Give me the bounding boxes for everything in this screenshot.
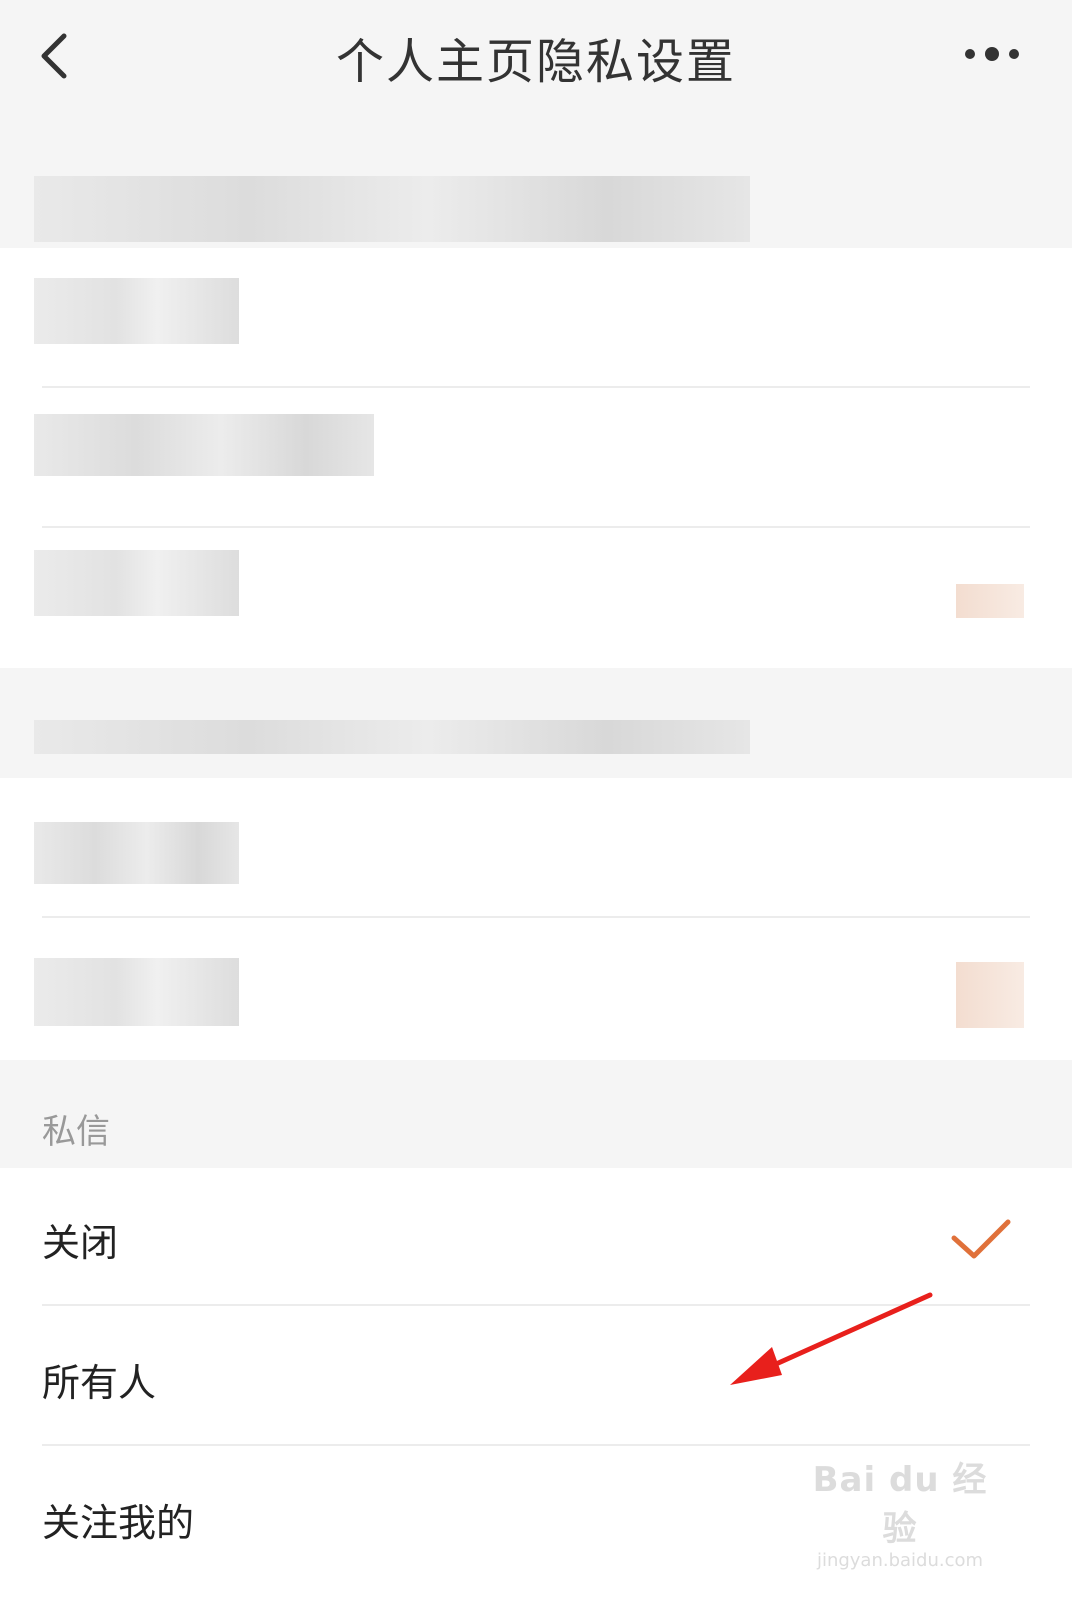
redacted-row[interactable] bbox=[0, 778, 1072, 918]
option-label: 所有人 bbox=[42, 1361, 157, 1405]
option-label: 关闭 bbox=[42, 1221, 119, 1265]
redacted-section-header bbox=[0, 110, 1072, 248]
redacted-row[interactable] bbox=[0, 388, 1072, 528]
redacted-text bbox=[34, 176, 750, 242]
messages-section-header: 私信 bbox=[0, 1060, 1072, 1168]
page-title: 个人主页隐私设置 bbox=[335, 34, 736, 90]
redacted-text bbox=[34, 550, 239, 616]
more-dots-icon bbox=[965, 49, 975, 59]
baidu-jingyan-watermark: Bai du 经验 jingyan.baidu.com bbox=[800, 1452, 1000, 1571]
redacted-checkmark bbox=[956, 584, 1024, 618]
checkmark-icon bbox=[951, 1219, 1011, 1259]
redacted-text bbox=[34, 278, 239, 344]
redacted-settings-group bbox=[0, 778, 1072, 1060]
redacted-text bbox=[34, 822, 239, 884]
annotation-arrow-icon bbox=[730, 1292, 933, 1385]
redacted-text bbox=[34, 414, 374, 476]
redacted-row[interactable] bbox=[0, 918, 1072, 1060]
more-button[interactable] bbox=[965, 38, 1045, 72]
redacted-section-header bbox=[0, 668, 1072, 778]
redacted-checkmark bbox=[956, 962, 1024, 1028]
redacted-row[interactable] bbox=[0, 248, 1072, 388]
redacted-text bbox=[34, 958, 239, 1026]
watermark-main: Bai du 经验 bbox=[812, 1460, 988, 1549]
section-label: 私信 bbox=[42, 1112, 110, 1152]
redacted-row[interactable] bbox=[0, 528, 1072, 668]
option-label: 关注我的 bbox=[42, 1501, 195, 1545]
navigation-bar: 个人主页隐私设置 bbox=[0, 0, 1072, 110]
redacted-text bbox=[34, 720, 750, 754]
redacted-settings-group bbox=[0, 248, 1072, 668]
watermark-sub: jingyan.baidu.com bbox=[816, 1550, 984, 1571]
